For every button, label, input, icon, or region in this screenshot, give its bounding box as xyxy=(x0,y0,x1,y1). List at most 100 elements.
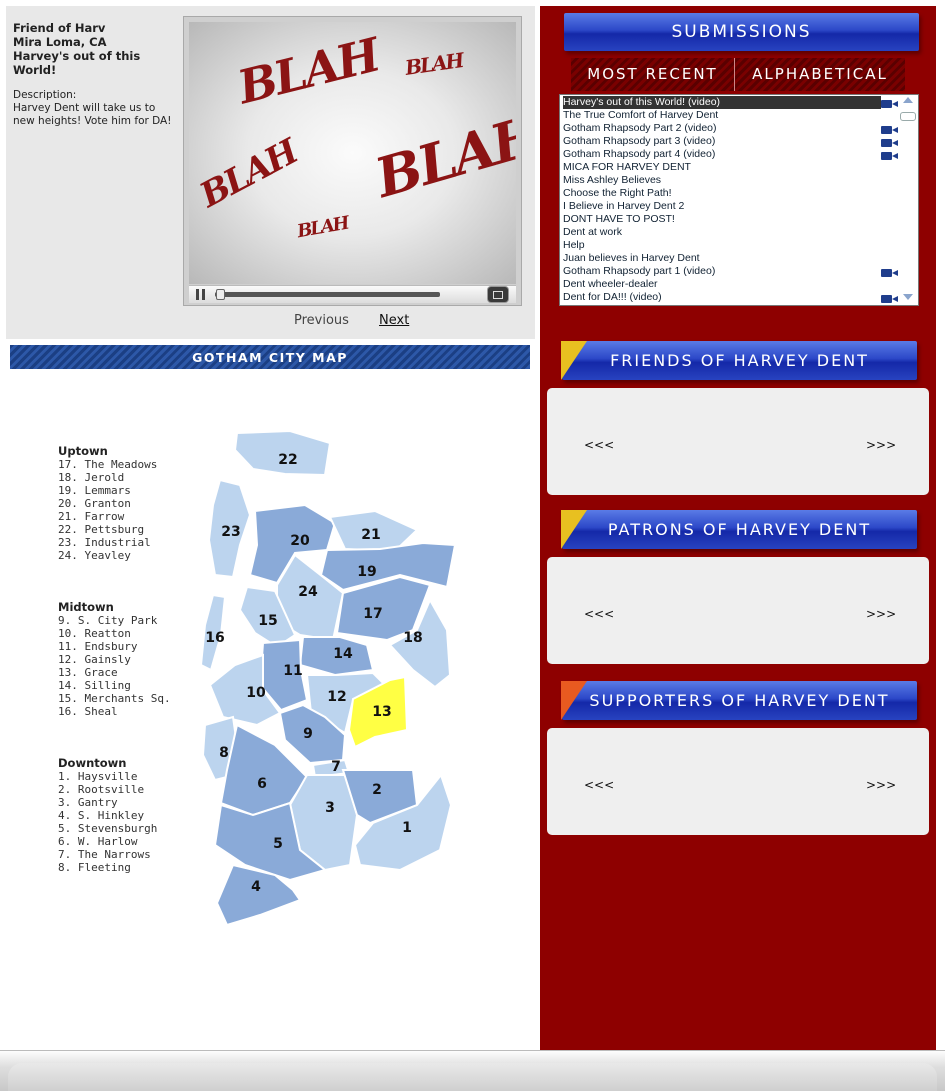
submission-location: Mira Loma, CA xyxy=(13,35,107,49)
district-label-11: 11 xyxy=(283,663,302,679)
friends-header: FRIENDS OF HARVEY DENT xyxy=(562,341,917,380)
district-label-17: 17 xyxy=(363,606,382,622)
legend-item: 10. Reatton xyxy=(58,627,131,640)
progress-bar[interactable] xyxy=(215,292,440,297)
legend-item: 8. Fleeting xyxy=(58,861,131,874)
submission-item[interactable]: DONT HAVE TO POST! xyxy=(563,213,881,226)
blah-text: BLAH xyxy=(295,212,350,243)
legend-item: 17. The Meadows xyxy=(58,458,158,471)
submission-item[interactable]: Harvey's out of this World! (video) xyxy=(563,96,881,109)
district-label-7: 7 xyxy=(331,759,341,775)
patrons-next-link[interactable]: >>> xyxy=(866,607,896,621)
district-label-20: 20 xyxy=(290,533,310,549)
submission-item[interactable]: Gotham Rhapsody part 1 (video) xyxy=(563,265,881,278)
legend-title: Midtown xyxy=(58,600,114,614)
district-label-8: 8 xyxy=(219,745,229,761)
map-header: GOTHAM CITY MAP xyxy=(10,345,530,369)
legend-item: 5. Stevensburgh xyxy=(58,822,158,835)
player-controls xyxy=(189,285,516,303)
submission-item[interactable]: I Believe in Harvey Dent 2 xyxy=(563,200,881,213)
legend-item: 3. Gantry xyxy=(58,796,118,809)
district-label-22: 22 xyxy=(278,452,297,468)
progress-handle[interactable] xyxy=(216,289,225,300)
legend-item: 19. Lemmars xyxy=(58,484,131,497)
supporters-header: SUPPORTERS OF HARVEY DENT xyxy=(562,681,917,720)
video-camera-icon xyxy=(881,267,899,277)
friends-next-link[interactable]: >>> xyxy=(866,438,896,452)
fullscreen-icon[interactable] xyxy=(488,287,508,302)
district-label-15: 15 xyxy=(258,613,277,629)
patrons-prev-link[interactable]: <<< xyxy=(584,607,614,621)
legend-item: 2. Rootsville xyxy=(58,783,145,796)
supporters-prev-link[interactable]: <<< xyxy=(584,778,614,792)
district-label-6: 6 xyxy=(257,776,267,792)
submission-author: Friend of Harv xyxy=(13,21,106,35)
legend-title: Uptown xyxy=(58,444,108,458)
district-label-16: 16 xyxy=(205,630,224,646)
submission-item[interactable]: Dent wheeler-dealer xyxy=(563,278,881,291)
video-camera-icon xyxy=(881,124,899,134)
video-camera-icon xyxy=(881,293,899,303)
submission-item[interactable]: Gotham Rhapsody part 3 (video) xyxy=(563,135,881,148)
submission-item[interactable]: Gotham Rhapsody part 4 (video) xyxy=(563,148,881,161)
blah-text: BLAH xyxy=(368,102,516,210)
pause-icon[interactable] xyxy=(196,289,206,300)
video-camera-icon xyxy=(881,98,899,108)
legend-item: 22. Pettsburg xyxy=(58,523,145,536)
map-header-title: GOTHAM CITY MAP xyxy=(192,350,348,365)
scroll-up-arrow-icon[interactable] xyxy=(903,97,913,103)
district-label-21: 21 xyxy=(361,527,380,543)
patrons-header: PATRONS OF HARVEY DENT xyxy=(562,510,917,549)
next-link[interactable]: Next xyxy=(379,313,409,328)
patrons-panel: <<< >>> xyxy=(547,557,929,664)
blah-text: BLAH xyxy=(232,27,384,115)
district-label-24: 24 xyxy=(298,584,318,600)
district-label-1: 1 xyxy=(402,820,412,836)
submission-info: Friend of Harv Mira Loma, CA Harvey's ou… xyxy=(13,21,178,128)
legend-downtown: Downtown 1. Haysville 2. Rootsville 3. G… xyxy=(58,756,158,875)
tab-alphabetical[interactable]: ALPHABETICAL xyxy=(735,58,905,91)
district-label-5: 5 xyxy=(273,836,283,852)
legend-item: 4. S. Hinkley xyxy=(58,809,145,822)
legend-item: 11. Endsbury xyxy=(58,640,138,653)
submission-item[interactable]: Dent for DA!!! (video) xyxy=(563,291,881,304)
description-text: Harvey Dent will take us to new heights!… xyxy=(13,102,172,127)
submission-title: Harvey's out of this World! xyxy=(13,49,141,77)
legend-item: 16. Sheal xyxy=(58,705,118,718)
scrollbar-thumb[interactable] xyxy=(900,112,916,121)
star-burst-icon xyxy=(561,341,587,380)
legend-item: 12. Gainsly xyxy=(58,653,131,666)
video-screen[interactable]: BLAH BLAH BLAH BLAH BLAH xyxy=(189,22,516,284)
submission-item[interactable]: Gotham Rhapsody Part 2 (video) xyxy=(563,122,881,135)
submission-item[interactable]: Dent at work xyxy=(563,226,881,239)
tab-most-recent[interactable]: MOST RECENT xyxy=(571,58,735,91)
legend-item: 1. Haysville xyxy=(58,770,138,783)
legend-item: 14. Silling xyxy=(58,679,131,692)
district-label-14: 14 xyxy=(333,646,353,662)
legend-item: 13. Grace xyxy=(58,666,118,679)
submission-item[interactable]: Miss Ashley Believes xyxy=(563,174,881,187)
submissions-header: SUBMISSIONS xyxy=(564,13,919,51)
submission-item[interactable]: Juan believes in Harvey Dent xyxy=(563,252,881,265)
submission-item[interactable]: Choose the Right Path! xyxy=(563,187,881,200)
footer-bar xyxy=(0,1050,945,1091)
supporters-next-link[interactable]: >>> xyxy=(866,778,896,792)
legend-uptown: Uptown 17. The Meadows 18. Jerold 19. Le… xyxy=(58,444,158,563)
friends-prev-link[interactable]: <<< xyxy=(584,438,614,452)
district-label-9: 9 xyxy=(303,726,313,742)
previous-link[interactable]: Previous xyxy=(294,313,349,328)
submission-item[interactable]: The True Comfort of Harvey Dent xyxy=(563,109,881,122)
submission-item[interactable]: Help xyxy=(563,239,881,252)
legend-item: 7. The Narrows xyxy=(58,848,151,861)
legend-item: 15. Merchants Sq. xyxy=(58,692,171,705)
legend-title: Downtown xyxy=(58,756,127,770)
submission-item[interactable]: MICA FOR HARVEY DENT xyxy=(563,161,881,174)
video-player[interactable]: BLAH BLAH BLAH BLAH BLAH xyxy=(183,16,522,306)
star-burst-icon xyxy=(561,681,587,720)
submissions-list[interactable]: Harvey's out of this World! (video) The T… xyxy=(559,94,919,306)
district-label-13: 13 xyxy=(372,704,391,720)
scroll-down-arrow-icon[interactable] xyxy=(903,294,913,300)
footer-curve xyxy=(8,1063,937,1091)
legend-item: 9. S. City Park xyxy=(58,614,158,627)
submission-title-block: Friend of Harv Mira Loma, CA Harvey's ou… xyxy=(13,21,178,77)
